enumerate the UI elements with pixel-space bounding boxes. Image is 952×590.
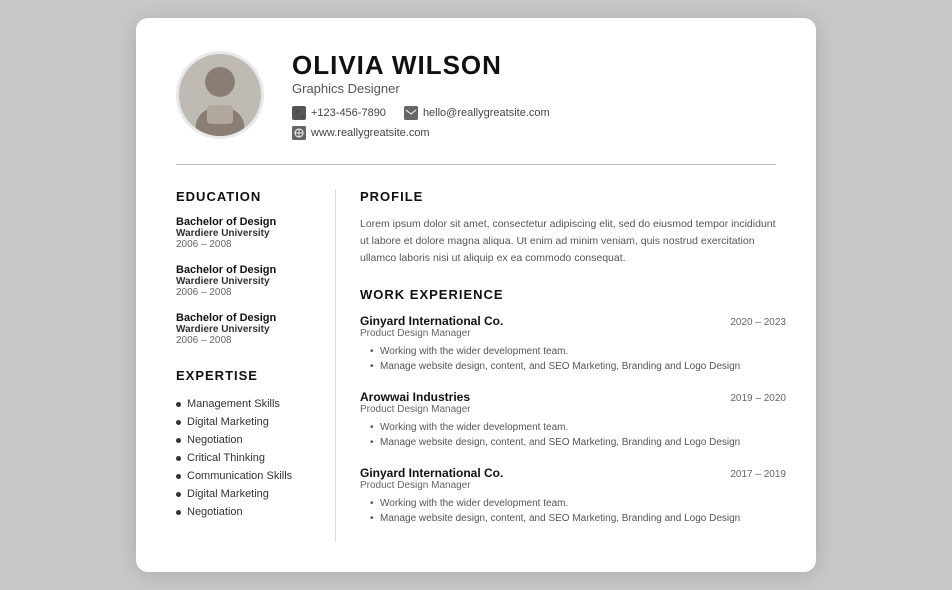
bullet-icon bbox=[176, 438, 181, 443]
avatar bbox=[176, 51, 264, 139]
left-column: EDUCATION Bachelor of Design Wardiere Un… bbox=[136, 189, 336, 541]
website-value: www.reallygreatsite.com bbox=[311, 127, 430, 139]
expertise-item-6: Digital Marketing bbox=[176, 485, 315, 503]
phone-value: +123-456-7890 bbox=[311, 107, 386, 119]
work-entry-2: Arowwai Industries 2019 – 2020 Product D… bbox=[360, 390, 786, 450]
bullet-icon bbox=[176, 420, 181, 425]
bullet-icon bbox=[176, 474, 181, 479]
expertise-item-2: Digital Marketing bbox=[176, 413, 315, 431]
profile-section: PROFILE Lorem ipsum dolor sit amet, cons… bbox=[360, 189, 786, 266]
right-column: PROFILE Lorem ipsum dolor sit amet, cons… bbox=[336, 189, 816, 541]
profile-text: Lorem ipsum dolor sit amet, consectetur … bbox=[360, 216, 786, 266]
header-title: Graphics Designer bbox=[292, 81, 776, 96]
work-experience-title: WORK EXPERIENCE bbox=[360, 287, 786, 302]
expertise-section: EXPERTISE Management Skills Digital Mark… bbox=[176, 368, 315, 521]
edu-years-2: 2006 – 2008 bbox=[176, 287, 315, 298]
website-contact: www.reallygreatsite.com bbox=[292, 126, 430, 140]
work-entry-3: Ginyard International Co. 2017 – 2019 Pr… bbox=[360, 466, 786, 526]
work-header-1: Ginyard International Co. 2020 – 2023 bbox=[360, 314, 786, 328]
contact-row-2: www.reallygreatsite.com bbox=[292, 126, 776, 140]
header: OLIVIA WILSON Graphics Designer 📞 +123-4… bbox=[136, 18, 816, 164]
expertise-item-7: Negotiation bbox=[176, 503, 315, 521]
edu-entry-1: Bachelor of Design Wardiere University 2… bbox=[176, 216, 315, 250]
edu-entry-2: Bachelor of Design Wardiere University 2… bbox=[176, 264, 315, 298]
body: EDUCATION Bachelor of Design Wardiere Un… bbox=[136, 165, 816, 571]
work-years-2: 2019 – 2020 bbox=[730, 393, 786, 404]
work-bullet-2-2: Manage website design, content, and SEO … bbox=[370, 435, 786, 450]
edu-degree-2: Bachelor of Design bbox=[176, 264, 315, 276]
edu-school-3: Wardiere University bbox=[176, 324, 315, 335]
work-company-3: Ginyard International Co. bbox=[360, 466, 503, 480]
header-info: OLIVIA WILSON Graphics Designer 📞 +123-4… bbox=[292, 50, 776, 140]
resume-card: OLIVIA WILSON Graphics Designer 📞 +123-4… bbox=[136, 18, 816, 571]
work-header-2: Arowwai Industries 2019 – 2020 bbox=[360, 390, 786, 404]
email-contact: hello@reallygreatsite.com bbox=[404, 106, 550, 120]
edu-degree-3: Bachelor of Design bbox=[176, 312, 315, 324]
work-role-2: Product Design Manager bbox=[360, 404, 786, 415]
edu-degree-1: Bachelor of Design bbox=[176, 216, 315, 228]
work-bullet-1-1: Working with the wider development team. bbox=[370, 344, 786, 359]
work-years-1: 2020 – 2023 bbox=[730, 317, 786, 328]
email-value: hello@reallygreatsite.com bbox=[423, 107, 550, 119]
work-company-2: Arowwai Industries bbox=[360, 390, 470, 404]
expertise-title: EXPERTISE bbox=[176, 368, 315, 383]
edu-years-1: 2006 – 2008 bbox=[176, 239, 315, 250]
edu-school-1: Wardiere University bbox=[176, 228, 315, 239]
expertise-item-5: Communication Skills bbox=[176, 467, 315, 485]
work-years-3: 2017 – 2019 bbox=[730, 469, 786, 480]
bullet-icon bbox=[176, 492, 181, 497]
email-icon bbox=[404, 106, 418, 120]
header-name: OLIVIA WILSON bbox=[292, 50, 776, 81]
edu-entry-3: Bachelor of Design Wardiere University 2… bbox=[176, 312, 315, 346]
phone-icon: 📞 bbox=[292, 106, 306, 120]
work-bullet-1-2: Manage website design, content, and SEO … bbox=[370, 359, 786, 374]
work-header-3: Ginyard International Co. 2017 – 2019 bbox=[360, 466, 786, 480]
website-icon bbox=[292, 126, 306, 140]
bullet-icon bbox=[176, 402, 181, 407]
expertise-item-1: Management Skills bbox=[176, 395, 315, 413]
svg-text:📞: 📞 bbox=[296, 109, 304, 118]
work-bullets-1: Working with the wider development team.… bbox=[360, 344, 786, 374]
work-role-3: Product Design Manager bbox=[360, 480, 786, 491]
bullet-icon bbox=[176, 456, 181, 461]
expertise-item-3: Negotiation bbox=[176, 431, 315, 449]
work-bullet-2-1: Working with the wider development team. bbox=[370, 420, 786, 435]
work-entry-1: Ginyard International Co. 2020 – 2023 Pr… bbox=[360, 314, 786, 374]
edu-school-2: Wardiere University bbox=[176, 276, 315, 287]
bullet-icon bbox=[176, 510, 181, 515]
work-bullet-3-2: Manage website design, content, and SEO … bbox=[370, 511, 786, 526]
contact-row: 📞 +123-456-7890 hello@reallygreatsite.co… bbox=[292, 106, 776, 120]
phone-contact: 📞 +123-456-7890 bbox=[292, 106, 386, 120]
edu-years-3: 2006 – 2008 bbox=[176, 335, 315, 346]
expertise-item-4: Critical Thinking bbox=[176, 449, 315, 467]
work-bullets-3: Working with the wider development team.… bbox=[360, 496, 786, 526]
work-bullet-3-1: Working with the wider development team. bbox=[370, 496, 786, 511]
work-company-1: Ginyard International Co. bbox=[360, 314, 503, 328]
work-experience-section: WORK EXPERIENCE Ginyard International Co… bbox=[360, 287, 786, 526]
profile-title: PROFILE bbox=[360, 189, 786, 204]
work-bullets-2: Working with the wider development team.… bbox=[360, 420, 786, 450]
work-role-1: Product Design Manager bbox=[360, 328, 786, 339]
education-title: EDUCATION bbox=[176, 189, 315, 204]
